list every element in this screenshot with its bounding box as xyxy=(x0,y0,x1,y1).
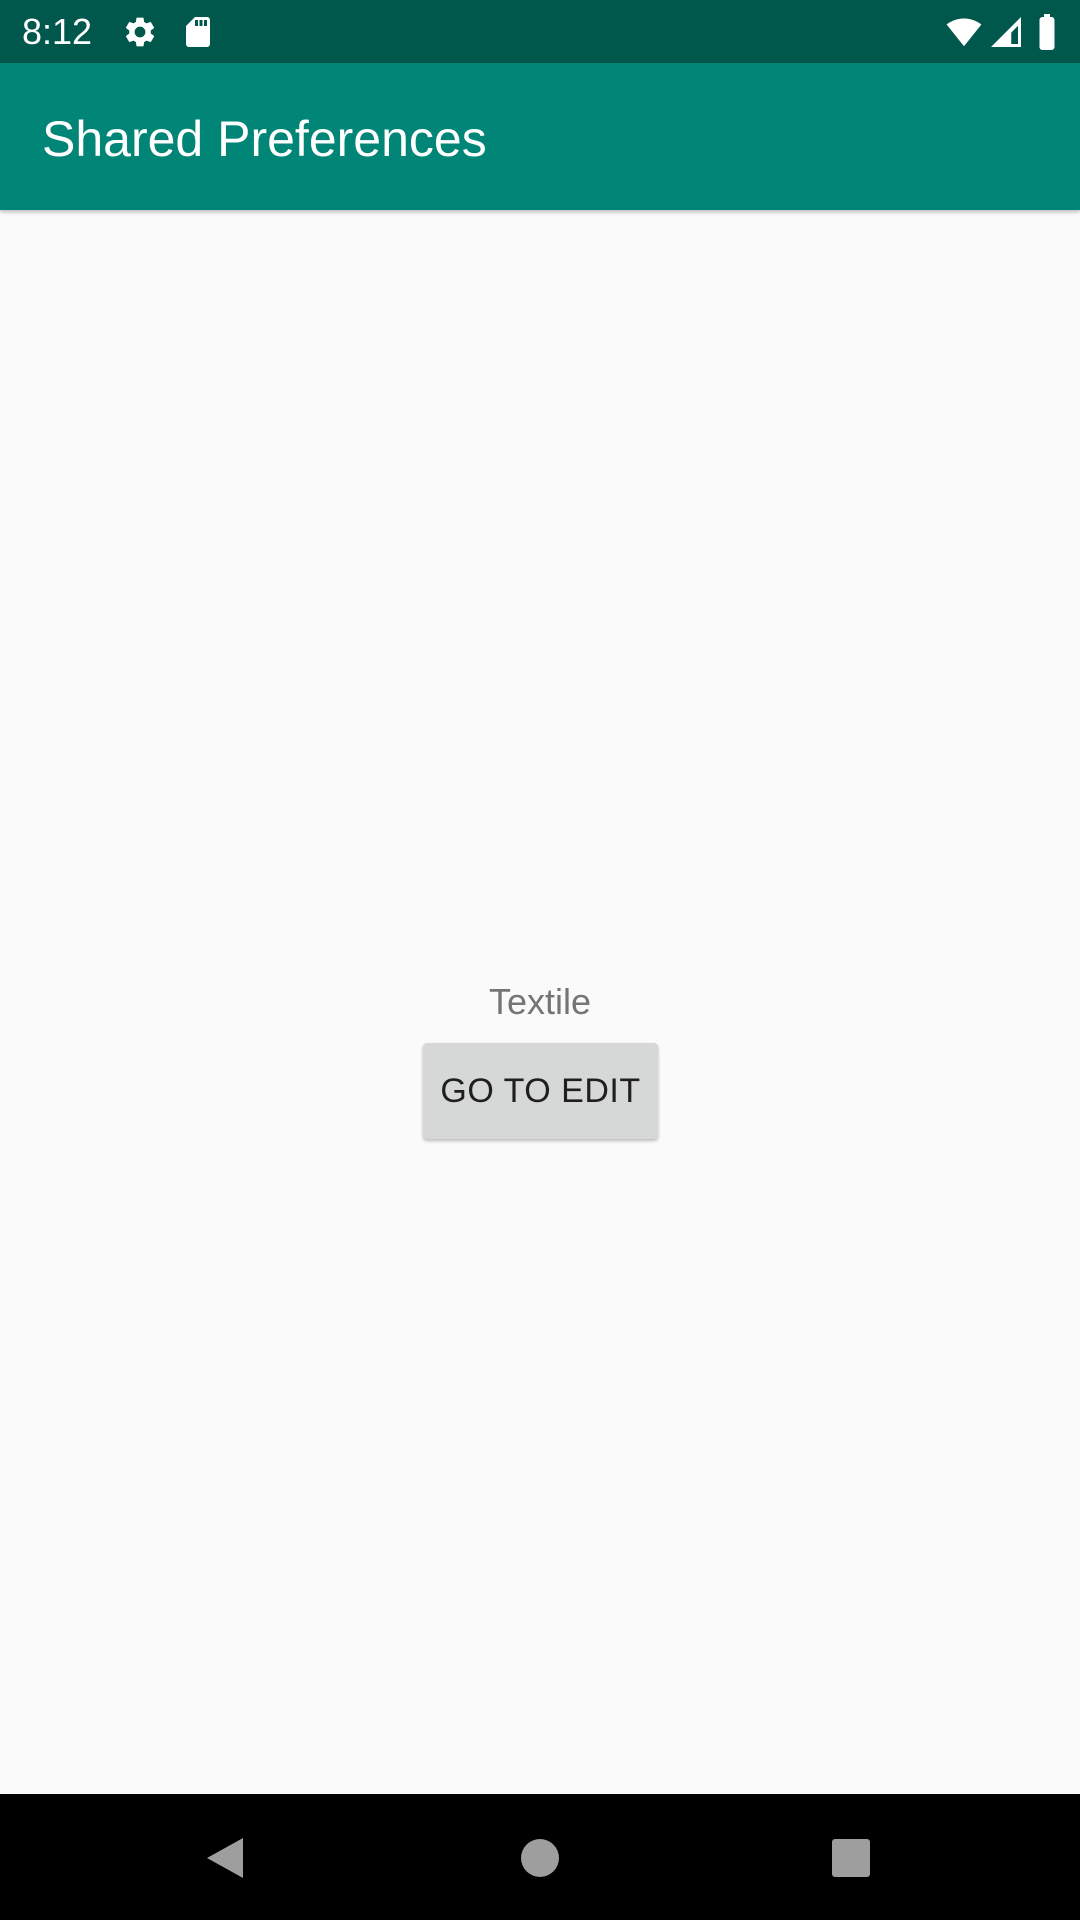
navigation-bar xyxy=(0,1794,1080,1920)
sd-card-icon xyxy=(180,14,216,50)
app-bar: Shared Preferences xyxy=(0,63,1080,210)
home-icon[interactable] xyxy=(512,1830,568,1886)
stored-value-text: Textile xyxy=(488,981,592,1022)
screen: 8:12 Shared Preferences Textile GO TO ED… xyxy=(0,0,1080,1920)
signal-icon xyxy=(988,14,1024,50)
gear-icon xyxy=(122,14,158,50)
status-bar: 8:12 xyxy=(0,0,1080,63)
main-content: Textile GO TO EDIT xyxy=(0,210,1080,1794)
battery-icon xyxy=(1032,14,1062,50)
app-title: Shared Preferences xyxy=(42,111,487,167)
wifi-icon xyxy=(944,14,984,50)
status-time: 8:12 xyxy=(22,11,93,52)
recents-icon[interactable] xyxy=(823,1830,879,1886)
go-to-edit-button[interactable]: GO TO EDIT xyxy=(423,1043,658,1139)
back-icon[interactable] xyxy=(197,1830,253,1886)
